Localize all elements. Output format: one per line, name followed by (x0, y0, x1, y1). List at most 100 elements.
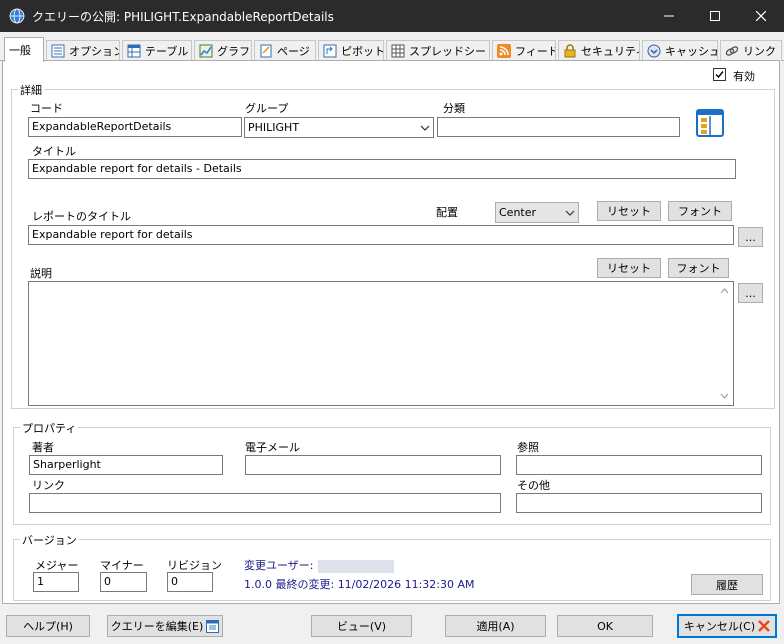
other-field[interactable] (516, 493, 762, 513)
tab-page[interactable]: ページ (254, 40, 316, 61)
email-field[interactable] (245, 455, 501, 475)
scroll-up-icon (720, 288, 729, 294)
cancel-label: キャンセル(C) (683, 620, 756, 633)
tab-label: スプレッドシート (409, 45, 490, 58)
tab-table[interactable]: テーブル (122, 40, 192, 61)
pivot-icon (323, 44, 337, 58)
description-more-button[interactable]: ... (738, 283, 763, 303)
description-font-button[interactable]: フォント (668, 258, 729, 278)
tab-spreadsheet[interactable]: スプレッドシート (386, 40, 490, 61)
lock-icon (564, 44, 576, 58)
tab-feed[interactable]: フィード (492, 40, 556, 61)
scroll-down-icon (720, 393, 729, 399)
close-button[interactable] (738, 0, 784, 32)
other-label: その他 (517, 479, 550, 492)
enabled-label: 有効 (733, 70, 755, 83)
checkmark-icon (715, 71, 724, 79)
report-title-font-button[interactable]: フォント (668, 201, 732, 221)
last-changed-text: 1.0.0 最終の変更: 11/02/2026 11:32:30 AM (244, 578, 475, 591)
author-label: 著者 (32, 441, 54, 454)
spreadsheet-icon (391, 44, 405, 58)
tab-strip: 一般 オプション テーブル グラフ ページ ピボット スプレッドシート フィード… (0, 37, 784, 62)
cancel-x-icon (758, 620, 770, 632)
query-editor-icon (206, 619, 220, 633)
close-icon (756, 11, 766, 21)
minimize-icon (664, 15, 674, 17)
table-icon (127, 44, 141, 58)
maximize-icon (710, 11, 720, 21)
tab-general[interactable]: 一般 (4, 37, 44, 62)
tab-cache[interactable]: キャッシュ (642, 40, 718, 61)
description-textarea[interactable] (28, 281, 734, 406)
group-select-value: PHILIGHT (248, 121, 300, 134)
alignment-label: 配置 (436, 206, 458, 219)
code-label: コード (30, 102, 63, 115)
ok-button[interactable]: OK (557, 615, 653, 637)
cache-icon (647, 44, 661, 58)
cancel-button[interactable]: キャンセル(C) (677, 614, 777, 638)
tab-pivot[interactable]: ピボット (318, 40, 384, 61)
globe-icon (9, 8, 25, 24)
rss-feed-icon (497, 44, 511, 58)
link-field[interactable] (29, 493, 501, 513)
report-title-more-button[interactable]: ... (738, 227, 763, 247)
report-title-field[interactable]: Expandable report for details (28, 225, 734, 245)
description-scrollbar[interactable] (716, 282, 733, 405)
tab-label: フィード (515, 45, 556, 58)
revision-field[interactable]: 0 (167, 572, 213, 592)
edit-query-label: クエリーを編集(E) (110, 620, 204, 633)
tab-label: キャッシュ (665, 45, 718, 58)
options-icon (51, 44, 65, 58)
tab-label: セキュリティ (581, 45, 640, 58)
revision-label: リビジョン (167, 559, 222, 572)
title-label: タイトル (32, 145, 76, 158)
maximize-button[interactable] (692, 0, 738, 32)
author-field[interactable]: Sharperlight (29, 455, 223, 475)
properties-legend: プロパティ (20, 420, 79, 436)
category-label: 分類 (443, 102, 465, 115)
group-label: グループ (245, 102, 289, 115)
alignment-select[interactable]: Center (495, 202, 579, 223)
description-label: 説明 (30, 267, 52, 280)
reference-field[interactable] (516, 455, 762, 475)
description-reset-button[interactable]: リセット (597, 258, 661, 278)
report-title-reset-button[interactable]: リセット (597, 201, 661, 221)
tab-chart[interactable]: グラフ (194, 40, 252, 61)
tab-security[interactable]: セキュリティ (558, 40, 640, 61)
tab-label: リンク (743, 45, 776, 58)
tab-link[interactable]: リンク (720, 40, 782, 61)
window-title: クエリーの公開: PHILIGHT.ExpandableReportDetail… (32, 9, 334, 24)
title-field[interactable]: Expandable report for details - Details (28, 159, 736, 179)
email-label: 電子メール (245, 441, 300, 454)
title-bar: クエリーの公開: PHILIGHT.ExpandableReportDetail… (0, 0, 784, 32)
tab-label: ピボット (341, 45, 384, 58)
report-title-label: レポートのタイトル (32, 210, 131, 223)
tab-label: テーブル (145, 45, 189, 58)
link-label: リンク (32, 479, 65, 492)
tab-options[interactable]: オプション (46, 40, 120, 61)
apply-button[interactable]: 適用(A) (445, 615, 546, 637)
major-field[interactable]: 1 (33, 572, 79, 592)
changed-user-label-text: 変更ユーザー: (244, 559, 314, 572)
view-button[interactable]: ビュー(V) (311, 615, 412, 637)
group-select[interactable]: PHILIGHT (244, 117, 434, 138)
code-field[interactable]: ExpandableReportDetails (28, 117, 242, 137)
chart-icon (199, 44, 213, 58)
tab-label: 一般 (9, 44, 31, 57)
history-button[interactable]: 履歴 (691, 574, 763, 595)
minor-field[interactable]: 0 (100, 572, 147, 592)
category-field[interactable] (437, 117, 680, 137)
chevron-down-icon (420, 125, 430, 131)
redacted-username (317, 559, 394, 573)
major-label: メジャー (35, 559, 79, 572)
help-button[interactable]: ヘルプ(H) (6, 615, 90, 637)
reference-label: 参照 (517, 441, 539, 454)
version-legend: バージョン (20, 532, 79, 548)
edit-query-button[interactable]: クエリーを編集(E) (107, 615, 223, 637)
tab-label: グラフ (217, 45, 250, 58)
chevron-down-icon (565, 210, 575, 216)
tab-label: ページ (277, 45, 310, 58)
minimize-button[interactable] (646, 0, 692, 32)
report-layout-icon[interactable] (695, 108, 725, 138)
enabled-checkbox[interactable] (713, 68, 726, 81)
